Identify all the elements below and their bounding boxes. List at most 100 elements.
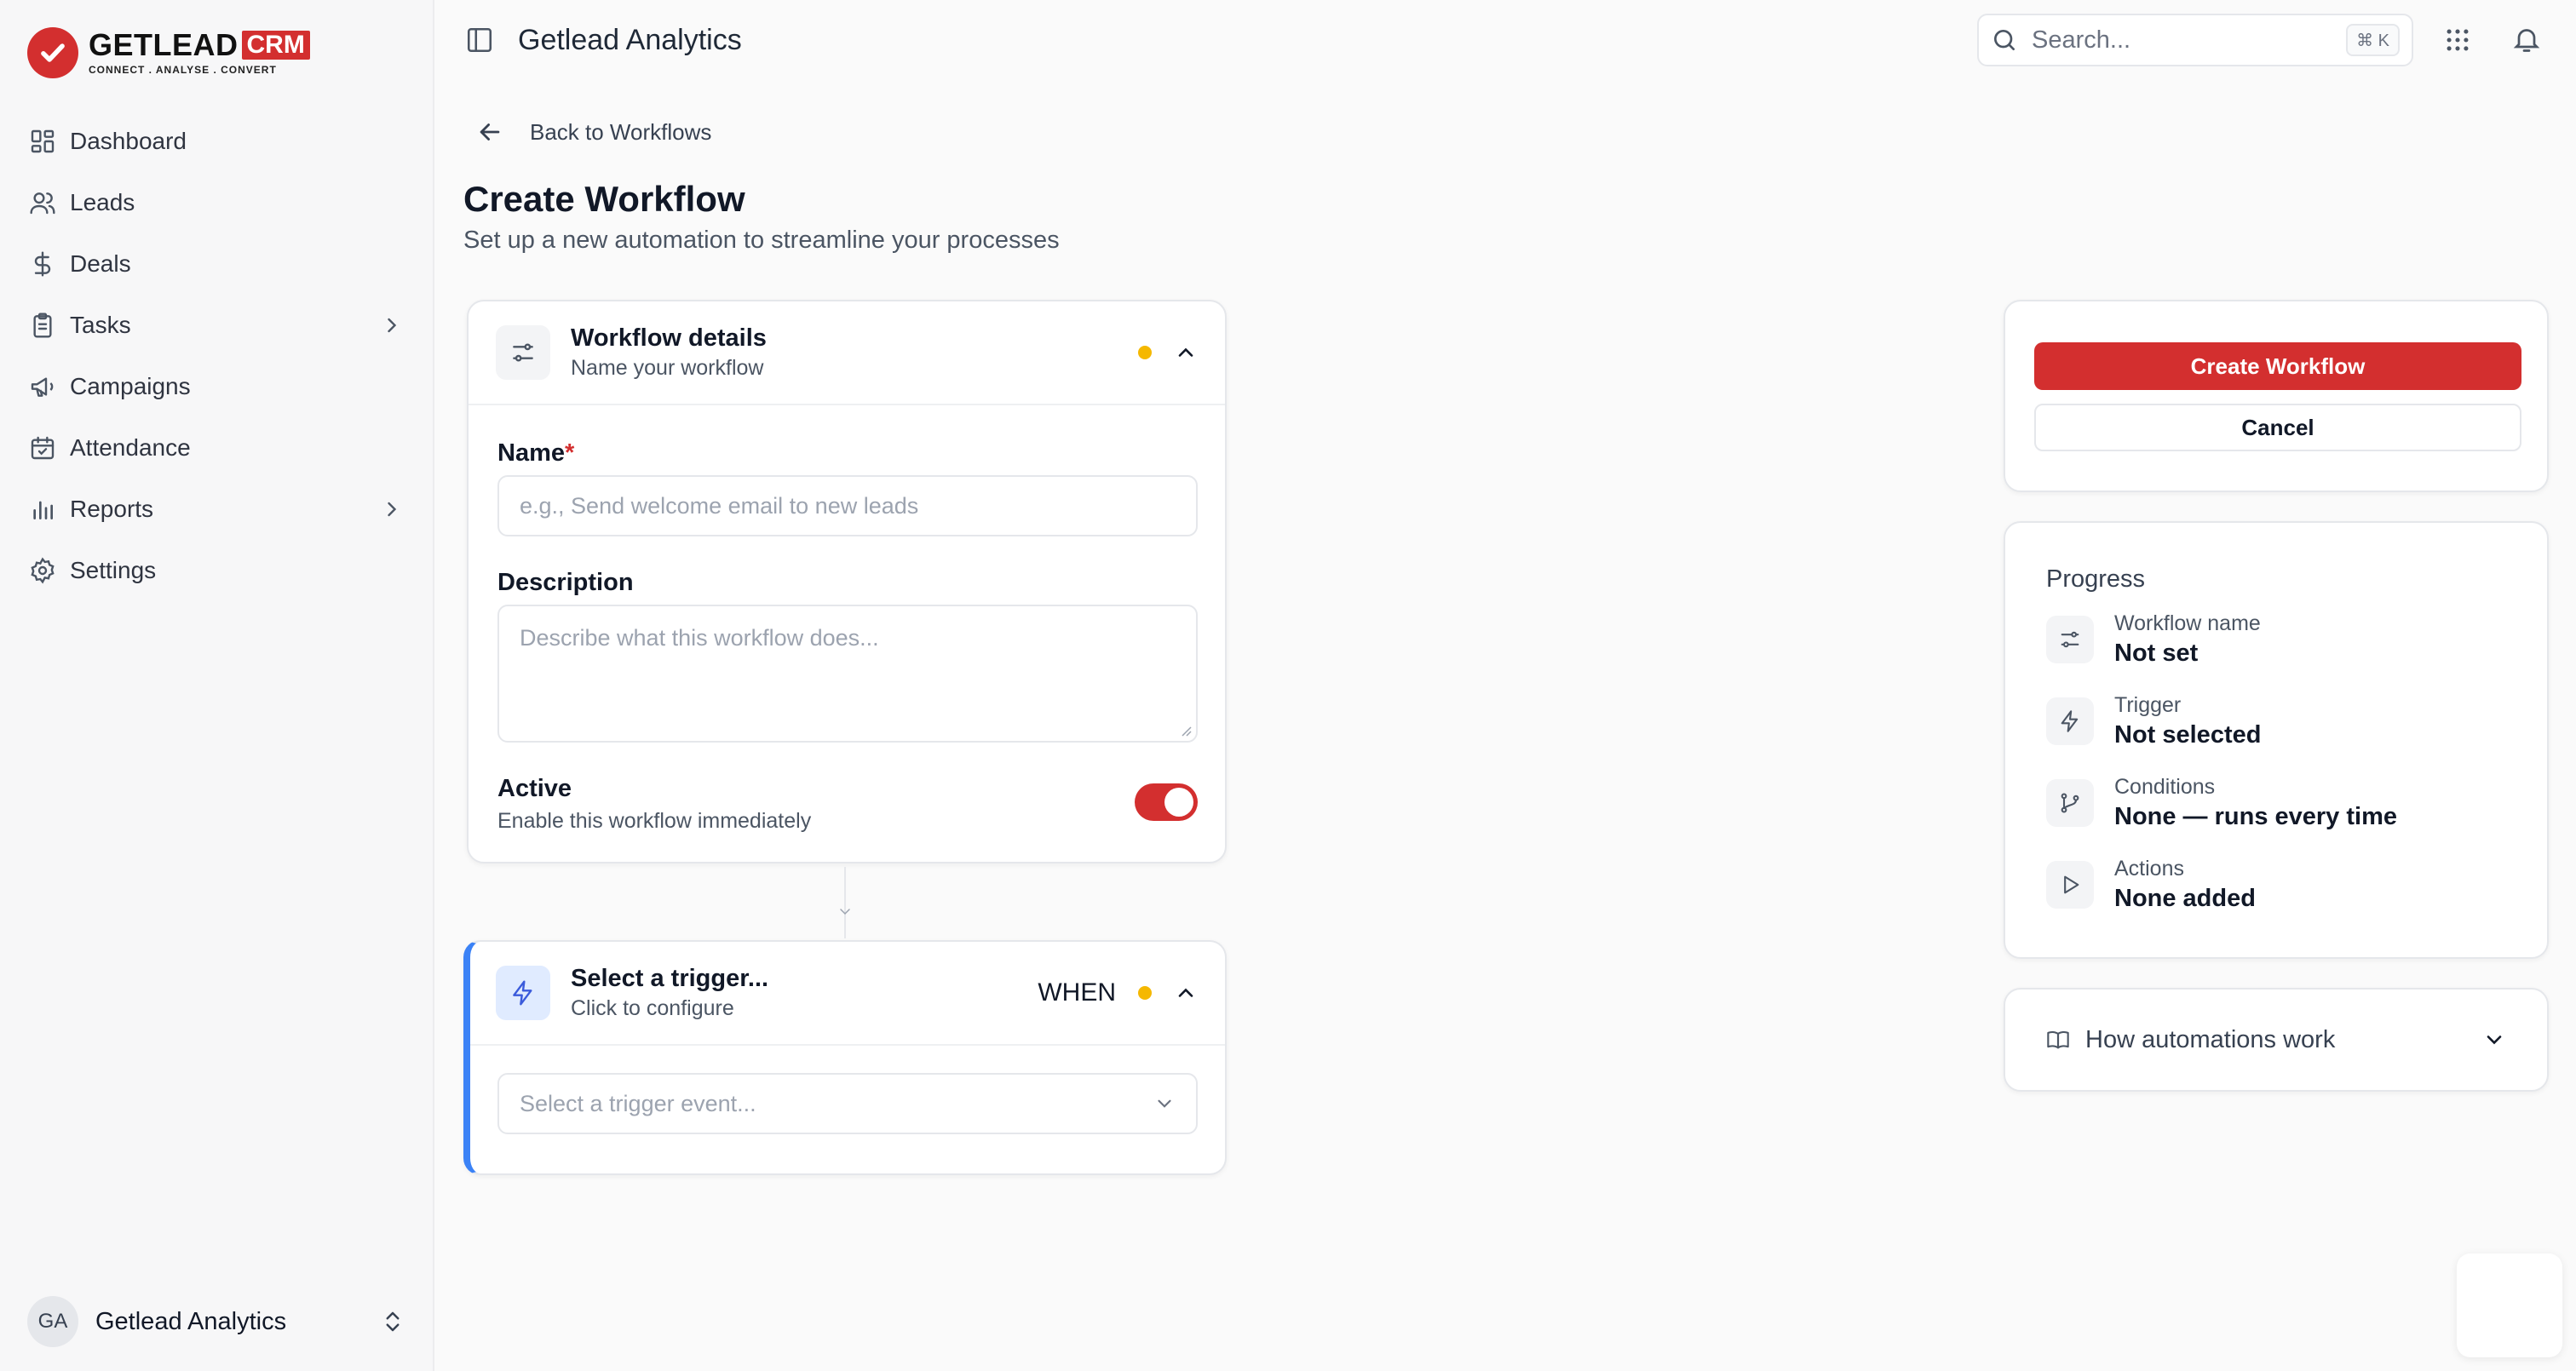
apps-grid-icon[interactable] [2443, 26, 2472, 54]
gear-icon [29, 557, 56, 584]
sidebar-toggle-icon[interactable] [465, 26, 494, 54]
card-title: Select a trigger... [571, 965, 769, 992]
progress-value: None — runs every time [2114, 803, 2397, 830]
floating-widget[interactable] [2457, 1253, 2562, 1357]
progress-value: Not selected [2114, 721, 2262, 749]
lightning-icon [496, 966, 550, 1020]
play-icon [2046, 861, 2094, 909]
trigger-event-select[interactable]: Select a trigger event... [497, 1073, 1198, 1134]
name-input-placeholder: e.g., Send welcome email to new leads [520, 492, 919, 519]
sidebar-item-label: Settings [70, 557, 157, 583]
progress-item-conditions: Conditions None — runs every time [2046, 775, 2397, 831]
bar-chart-icon [29, 496, 56, 523]
sidebar-item-campaigns[interactable]: Campaigns [19, 356, 414, 417]
sidebar-item-dashboard[interactable]: Dashboard [19, 111, 414, 172]
sidebar: GETLEAD CRM CONNECT . ANALYSE . CONVERT … [0, 0, 434, 1371]
chevron-right-icon [380, 497, 404, 521]
accordion-label: How automations work [2085, 1025, 2336, 1053]
avatar: GA [27, 1296, 78, 1347]
sidebar-item-label: Leads [70, 189, 135, 215]
sliders-icon [496, 325, 550, 380]
megaphone-icon [29, 373, 56, 400]
sidebar-item-label: Tasks [70, 312, 131, 338]
resize-handle-icon[interactable] [1179, 724, 1193, 737]
when-badge: WHEN [1038, 978, 1116, 1007]
chevrons-up-down-icon [380, 1309, 405, 1334]
progress-value: None added [2114, 885, 2256, 912]
sidebar-item-attendance[interactable]: Attendance [19, 417, 414, 479]
workflow-details-card: Workflow details Name your workflow Name… [467, 300, 1227, 863]
search-input[interactable]: Search... ⌘ K [1977, 14, 2413, 66]
chevron-down-icon [2482, 1028, 2506, 1052]
brand-badge: CRM [241, 31, 310, 60]
brand-name: GETLEAD [89, 27, 239, 62]
account-switcher[interactable]: GA Getlead Analytics [19, 1291, 414, 1352]
create-workflow-button[interactable]: Create Workflow [2034, 342, 2521, 390]
name-input[interactable]: e.g., Send welcome email to new leads [497, 475, 1198, 536]
search-placeholder: Search... [2032, 26, 2131, 54]
progress-item-actions: Actions None added [2046, 857, 2256, 913]
grid-icon [29, 128, 56, 155]
sidebar-item-settings[interactable]: Settings [19, 540, 414, 601]
cancel-button[interactable]: Cancel [2034, 404, 2521, 451]
calendar-check-icon [29, 434, 56, 462]
book-icon [2046, 1028, 2070, 1052]
description-textarea[interactable]: Describe what this workflow does... [497, 605, 1198, 743]
sidebar-item-tasks[interactable]: Tasks [19, 295, 414, 356]
chevron-down-icon [837, 903, 854, 920]
progress-title: Progress [2046, 565, 2146, 593]
sidebar-item-label: Attendance [70, 434, 191, 461]
page-title: Create Workflow [463, 179, 745, 219]
branch-icon [2046, 779, 2094, 827]
chevron-down-icon [1153, 1093, 1176, 1115]
bell-icon[interactable] [2511, 24, 2542, 54]
search-icon [1991, 26, 2018, 54]
sidebar-item-leads[interactable]: Leads [19, 172, 414, 233]
workflow-details-header[interactable]: Workflow details Name your workflow [469, 301, 1225, 405]
topbar: Getlead Analytics Search... ⌘ K [436, 0, 2576, 80]
card-subtitle: Click to configure [571, 996, 734, 1020]
sidebar-item-label: Campaigns [70, 373, 191, 399]
chevron-up-icon[interactable] [1174, 981, 1198, 1005]
dollar-icon [29, 250, 56, 278]
progress-label: Workflow name [2114, 611, 2261, 635]
progress-card: Progress Workflow name Not set Trigger N… [2004, 521, 2549, 959]
progress-item-workflow-name: Workflow name Not set [2046, 611, 2261, 668]
back-label: Back to Workflows [530, 118, 712, 145]
sidebar-item-label: Reports [70, 496, 154, 522]
sidebar-item-label: Deals [70, 250, 131, 277]
card-title: Workflow details [571, 324, 767, 352]
trigger-select-placeholder: Select a trigger event... [520, 1090, 756, 1116]
active-label: Active [497, 775, 572, 802]
progress-label: Trigger [2114, 693, 2182, 717]
page-header-title: Getlead Analytics [518, 24, 742, 56]
progress-item-trigger: Trigger Not selected [2046, 693, 2261, 749]
lightning-icon [2046, 697, 2094, 745]
search-shortcut: ⌘ K [2346, 24, 2400, 56]
status-dot [1138, 346, 1152, 359]
progress-label: Actions [2114, 857, 2184, 881]
arrow-left-icon [475, 118, 504, 146]
sidebar-item-deals[interactable]: Deals [19, 233, 414, 295]
active-toggle[interactable] [1135, 783, 1198, 821]
trigger-card-header[interactable]: Select a trigger... Click to configure W… [470, 942, 1225, 1046]
brand-logo[interactable]: GETLEAD CRM CONNECT . ANALYSE . CONVERT [27, 26, 310, 80]
account-name: Getlead Analytics [95, 1307, 287, 1335]
name-label: Name* [497, 439, 575, 467]
chevron-right-icon [380, 313, 404, 337]
sidebar-item-reports[interactable]: Reports [19, 479, 414, 540]
sliders-icon [2046, 616, 2094, 663]
actions-card: Create Workflow Cancel [2004, 300, 2549, 492]
sidebar-nav: Dashboard Leads Deals Tasks Campaigns At… [19, 111, 414, 601]
page-subtitle: Set up a new automation to streamline yo… [463, 227, 1060, 254]
status-dot [1138, 986, 1152, 1000]
back-to-workflows-link[interactable]: Back to Workflows [475, 118, 711, 146]
users-icon [29, 189, 56, 216]
check-logo-icon [27, 27, 78, 78]
clipboard-icon [29, 312, 56, 339]
active-description: Enable this workflow immediately [497, 809, 812, 833]
progress-label: Conditions [2114, 775, 2216, 799]
how-automations-work-accordion[interactable]: How automations work [2004, 988, 2549, 1092]
chevron-up-icon[interactable] [1174, 341, 1198, 364]
trigger-card: Select a trigger... Click to configure W… [463, 940, 1227, 1175]
